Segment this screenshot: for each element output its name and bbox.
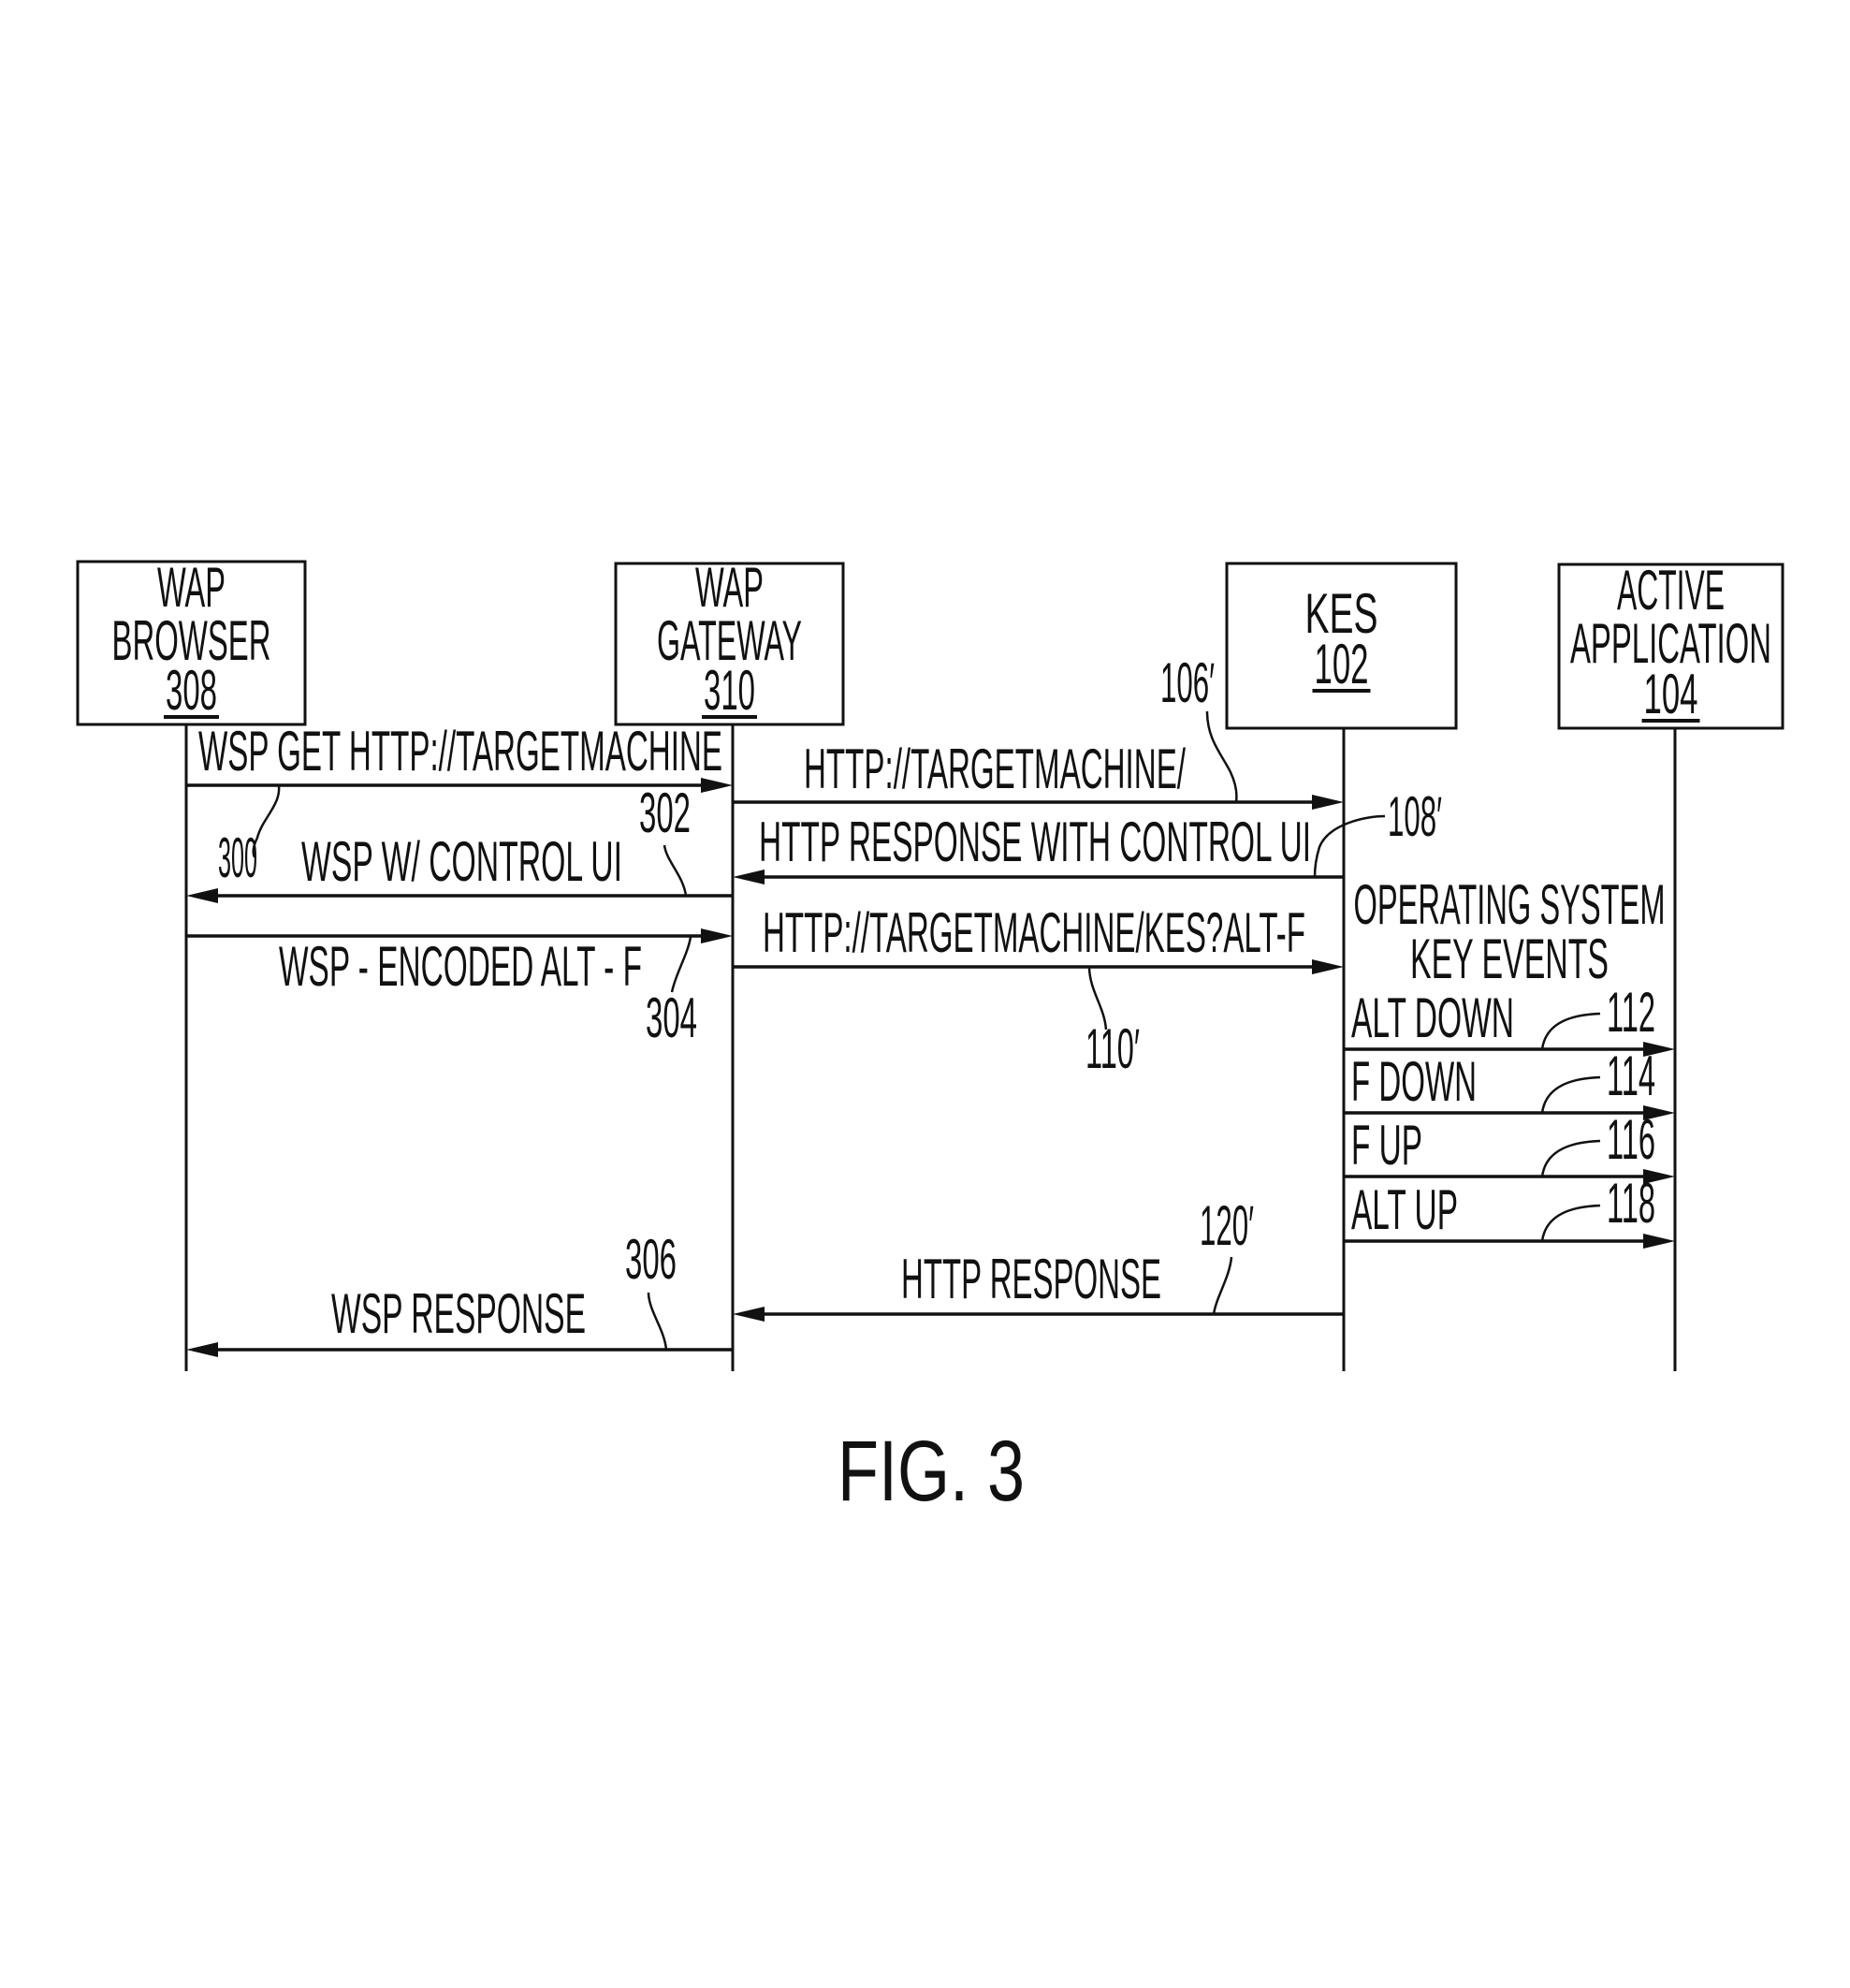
figure-caption: FIG. 3 xyxy=(838,1424,1025,1519)
message-label: HTTP://TARGETMACHINE/ xyxy=(804,738,1186,800)
message-label: F DOWN xyxy=(1351,1050,1477,1113)
participant-ref-number: 102 xyxy=(1315,633,1369,695)
message-label: F UP xyxy=(1351,1114,1422,1177)
participant-browser: WAPBROWSER308 xyxy=(76,556,307,726)
reference-leader-line xyxy=(647,1292,668,1351)
note-label: KEY EVENTS xyxy=(1410,928,1609,990)
message-label: WSP RESPONSE xyxy=(331,1282,586,1345)
reference-leader-line xyxy=(1540,1204,1601,1242)
participant-ref-number: 310 xyxy=(704,659,755,722)
arrowhead-icon xyxy=(1643,1234,1675,1249)
message-label: WSP - ENCODED ALT - F xyxy=(279,935,642,998)
message-label: HTTP RESPONSE xyxy=(901,1248,1161,1310)
message-ref-number: 302 xyxy=(639,782,691,844)
message-ref-number: 110′ xyxy=(1085,1017,1140,1080)
message-label: HTTP://TARGETMACHINE/KES?ALT-F xyxy=(763,901,1305,964)
message-4: WSP W/ CONTROL UI 302 xyxy=(186,782,733,903)
reference-leader-line xyxy=(1212,1256,1233,1315)
arrowhead-icon xyxy=(186,1342,218,1357)
message-11: HTTP RESPONSE 120′ xyxy=(733,1194,1344,1322)
message-ref-number: 118 xyxy=(1607,1172,1655,1235)
message-label: HTTP RESPONSE WITH CONTROL UI xyxy=(759,811,1311,873)
arrowhead-icon xyxy=(1312,795,1344,810)
reference-leader-line xyxy=(663,844,688,897)
arrowhead-icon xyxy=(186,888,218,903)
message-ref-number: 306 xyxy=(625,1228,677,1291)
message-label: ALT DOWN xyxy=(1351,987,1514,1049)
participant-app: ACTIVEAPPLICATION104 xyxy=(1557,559,1784,730)
sequence-diagram: WAPBROWSER308 WAPGATEWAY310 KES102 ACTIVEAP… xyxy=(76,556,1784,1519)
reference-leader-line xyxy=(1540,1075,1601,1114)
message-ref-number: 304 xyxy=(646,987,697,1049)
arrowhead-icon xyxy=(1312,959,1344,974)
message-label: WSP GET HTTP://TARGETMACHINE xyxy=(198,720,722,782)
message-6: HTTP://TARGETMACHINE/KES?ALT-F 110′ xyxy=(733,901,1344,1080)
participant-kes: KES102 xyxy=(1225,562,1458,730)
messages: WSP GET HTTP://TARGETMACHINE 300 HTTP://TA… xyxy=(186,651,1675,1357)
participants: WAPBROWSER308 WAPGATEWAY310 KES102 ACTIVEAP… xyxy=(76,556,1784,730)
message-ref-number: 300 xyxy=(218,826,257,889)
message-label: ALT UP xyxy=(1351,1178,1458,1241)
message-ref-number: 106′ xyxy=(1160,651,1215,714)
message-ref-number: 108′ xyxy=(1388,785,1442,848)
message-ref-number: 112 xyxy=(1607,981,1655,1044)
message-ref-number: 116 xyxy=(1607,1108,1655,1171)
participant-ref-number: 308 xyxy=(166,659,217,722)
reference-leader-line xyxy=(1540,1012,1601,1050)
reference-leader-line xyxy=(1540,1139,1601,1177)
message-10: ALT UP 118 xyxy=(1344,1172,1675,1249)
note-os-key-events: OPERATING SYSTEMKEY EVENTS xyxy=(1354,873,1666,990)
arrowhead-icon xyxy=(701,928,733,943)
participant-ref-number: 104 xyxy=(1644,663,1698,725)
message-12: WSP RESPONSE 306 xyxy=(186,1228,733,1357)
message-label: WSP W/ CONTROL UI xyxy=(301,830,622,893)
message-ref-number: 120′ xyxy=(1200,1194,1254,1257)
message-ref-number: 114 xyxy=(1607,1045,1655,1107)
reference-leader-line xyxy=(670,936,692,993)
arrowhead-icon xyxy=(733,1307,765,1322)
participant-gateway: WAPGATEWAY310 xyxy=(614,556,845,726)
note-label: OPERATING SYSTEM xyxy=(1354,873,1666,936)
notes: OPERATING SYSTEMKEY EVENTS xyxy=(1354,873,1666,990)
reference-leader-line xyxy=(1313,814,1386,878)
message-5: WSP - ENCODED ALT - F304 xyxy=(186,928,733,1049)
